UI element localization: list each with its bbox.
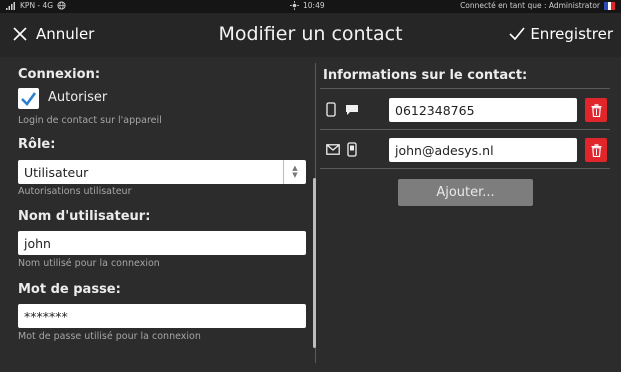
divider — [320, 88, 610, 89]
divider — [320, 129, 610, 130]
delete-email-button[interactable] — [585, 138, 607, 162]
save-button[interactable]: Enregistrer — [509, 21, 613, 47]
connection-label: Connecté en tant que : Administrator — [460, 1, 600, 10]
time-label: 10:49 — [303, 1, 325, 10]
trash-icon — [591, 103, 601, 117]
delete-phone-button[interactable] — [585, 98, 607, 122]
scrollbar[interactable] — [313, 178, 316, 348]
phone-icon — [326, 102, 336, 117]
close-icon — [13, 27, 27, 41]
password-input[interactable]: ******* — [18, 304, 306, 328]
select-arrows-icon: ▲ ▼ — [283, 160, 306, 184]
save-label: Enregistrer — [530, 25, 613, 43]
connexion-label: Connexion: — [18, 67, 101, 82]
mail-icon — [326, 144, 340, 155]
divider — [320, 168, 610, 169]
clock: 10:49 — [290, 1, 325, 10]
signal-icon — [6, 1, 15, 10]
password-value: ******* — [24, 308, 68, 324]
phone-input[interactable]: 0612348765 — [389, 98, 577, 122]
contact-row-phone: 0612348765 — [320, 96, 610, 124]
password-hint: Mot de passe utilisé pour la connexion — [18, 331, 201, 342]
autoriser-label: Autoriser — [48, 90, 108, 105]
username-input[interactable]: john — [18, 231, 306, 255]
role-select[interactable]: Utilisateur ▲ ▼ — [18, 160, 306, 184]
trash-icon — [591, 143, 601, 157]
carrier-label: KPN - 4G — [20, 1, 54, 10]
app-icon — [347, 142, 357, 157]
connexion-hint: Login de contact sur l'appareil — [18, 115, 162, 126]
sms-icon — [346, 105, 358, 115]
status-bar: KPN - 4G 10:49 Connecté en tant que : Ad… — [0, 0, 621, 13]
cancel-label: Annuler — [36, 25, 95, 43]
email-value: john@adesys.nl — [395, 142, 494, 158]
checkmark-icon — [509, 27, 525, 41]
username-label: Nom d'utilisateur: — [18, 209, 151, 224]
carrier-info: KPN - 4G — [6, 1, 66, 10]
title-bar: Modifier un contact Annuler Enregistrer — [0, 13, 621, 57]
email-input[interactable]: john@adesys.nl — [389, 138, 577, 162]
cancel-button[interactable]: Annuler — [12, 21, 94, 47]
connection-info: Connecté en tant que : Administrator — [460, 1, 616, 10]
check-icon — [21, 92, 37, 106]
username-value: john — [24, 235, 51, 251]
role-value: Utilisateur — [24, 164, 89, 180]
brightness-icon — [290, 1, 299, 10]
password-label: Mot de passe: — [18, 282, 121, 297]
add-contact-button[interactable]: Ajouter... — [398, 179, 533, 206]
globe-icon — [57, 1, 66, 10]
phone-value: 0612348765 — [395, 102, 475, 118]
contact-row-email: john@adesys.nl — [320, 136, 610, 164]
role-hint: Autorisations utilisateur — [18, 186, 132, 197]
autoriser-checkbox[interactable] — [18, 88, 39, 109]
french-flag-icon[interactable] — [604, 1, 616, 10]
role-label: Rôle: — [18, 137, 56, 152]
contact-info-title: Informations sur le contact: — [323, 68, 528, 83]
username-hint: Nom utilisé pour la connexion — [18, 258, 160, 269]
